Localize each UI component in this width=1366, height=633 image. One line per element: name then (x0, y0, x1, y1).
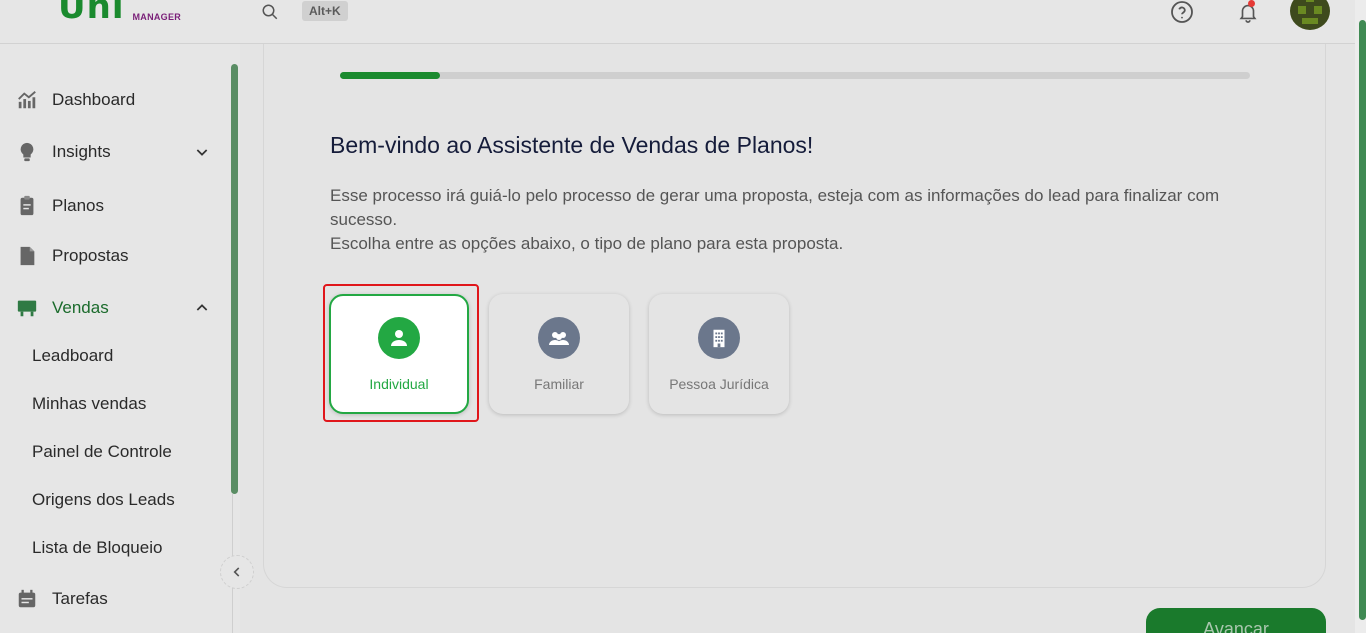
sidebar-subitem-leadboard[interactable]: Leadboard (32, 346, 113, 366)
lightbulb-icon (20, 142, 34, 162)
logo-subtext: MANAGER (132, 12, 182, 22)
sidebar-item-tarefas[interactable]: Tarefas (0, 581, 230, 617)
sidebar-scrollbar-thumb[interactable] (231, 64, 238, 494)
avatar[interactable] (1290, 0, 1330, 30)
wizard-progress-fill (340, 72, 441, 79)
sidebar-item-planos[interactable]: Planos (0, 188, 230, 224)
help-icon[interactable] (1170, 0, 1194, 24)
sidebar-collapse-button[interactable] (220, 555, 254, 589)
plan-option-individual[interactable]: Individual (329, 294, 469, 414)
sidebar-item-label: Tarefas (52, 589, 108, 608)
sidebar-item-label: Propostas (52, 246, 129, 265)
wizard-description: Esse processo irá guiá-lo pelo processo … (330, 184, 1290, 256)
chart-icon (18, 91, 36, 109)
plan-option-familiar[interactable]: Familiar (489, 294, 629, 414)
plan-option-pessoa-juridica[interactable]: Pessoa Jurídica (649, 294, 789, 414)
plan-option-label: Individual (369, 376, 429, 392)
sidebar-subitem-minhas-vendas[interactable]: Minhas vendas (32, 394, 146, 414)
person-icon (378, 317, 420, 359)
sidebar-item-dashboard[interactable]: Dashboard (0, 82, 230, 118)
top-bar: Uni MANAGER Alt+K (0, 0, 1366, 44)
logo-mark: Uni (58, 0, 125, 27)
chevron-up-icon[interactable] (194, 300, 210, 316)
group-icon (538, 317, 580, 359)
notification-dot (1248, 0, 1255, 7)
storefront-icon (17, 300, 37, 317)
chevron-left-icon (233, 567, 240, 577)
wizard-progress-bar (340, 72, 1250, 79)
sidebar-subitem-lista-de-bloqueio[interactable]: Lista de Bloqueio (32, 538, 162, 558)
sidebar-item-label: Dashboard (52, 90, 136, 109)
sidebar-subitem-painel-de-controle[interactable]: Painel de Controle (32, 442, 172, 462)
clipboard-icon (20, 195, 34, 216)
next-button[interactable]: Avançar (1146, 608, 1326, 633)
sidebar-item-label: Vendas (52, 298, 109, 317)
sidebar-subitem-origens-dos-leads[interactable]: Origens dos Leads (32, 490, 175, 510)
plan-option-label: Familiar (534, 376, 584, 392)
document-icon (20, 246, 35, 266)
app-logo[interactable]: Uni MANAGER (58, 0, 181, 24)
page-scrollbar-thumb[interactable] (1359, 20, 1366, 620)
search-shortcut-badge: Alt+K (302, 1, 348, 21)
calendar-icon (18, 589, 36, 608)
building-icon (698, 317, 740, 359)
wizard-title: Bem-vindo ao Assistente de Vendas de Pla… (330, 132, 814, 158)
plan-option-label: Pessoa Jurídica (669, 376, 769, 392)
sidebar-item-vendas[interactable]: Vendas (0, 290, 230, 326)
wizard-description-line: Escolha entre as opções abaixo, o tipo d… (330, 234, 844, 253)
wizard-description-line: Esse processo irá guiá-lo pelo processo … (330, 186, 1220, 229)
sidebar-item-insights[interactable]: Insights (0, 134, 230, 170)
sidebar-item-propostas[interactable]: Propostas (0, 238, 230, 274)
sidebar-item-label: Planos (52, 196, 104, 215)
chevron-down-icon[interactable] (194, 144, 210, 160)
sidebar-item-label: Insights (52, 142, 111, 161)
search-icon[interactable] (261, 3, 279, 21)
